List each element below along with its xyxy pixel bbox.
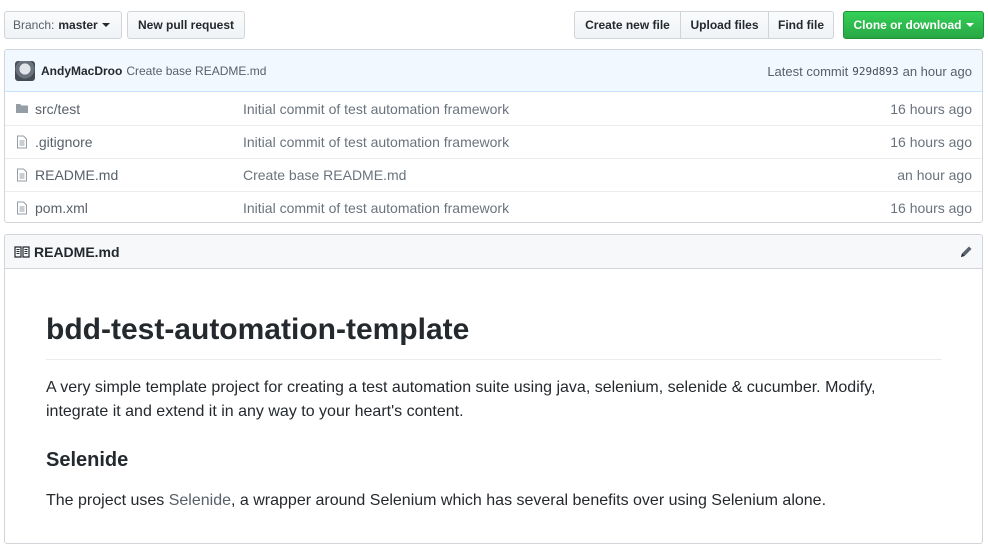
find-file-button[interactable]: Find file <box>768 11 834 39</box>
branch-name: master <box>58 18 98 32</box>
latest-commit-bar: AndyMacDroo Create base README.md Latest… <box>5 50 982 92</box>
latest-commit-info: Latest commit 929d893 an hour ago <box>767 50 972 92</box>
file-name-link[interactable]: README.md <box>35 167 118 183</box>
pencil-icon[interactable] <box>958 244 974 260</box>
readme-content: bdd-test-automation-template A very simp… <box>5 311 982 513</box>
clone-or-download-button[interactable]: Clone or download <box>843 11 984 39</box>
folder-icon <box>16 104 28 113</box>
clone-label: Clone or download <box>853 18 962 32</box>
readme-header: README.md <box>5 235 982 269</box>
commit-sha-link[interactable]: 929d893 <box>852 65 898 78</box>
branch-selector-button[interactable]: Branch: master <box>4 11 122 39</box>
file-name-link[interactable]: .gitignore <box>35 134 93 150</box>
readme-panel: README.md bdd-test-automation-template A… <box>4 234 983 544</box>
create-new-file-button[interactable]: Create new file <box>574 11 681 39</box>
latest-commit-label: Latest commit <box>767 63 849 79</box>
chevron-down-icon <box>101 23 110 27</box>
file-icon <box>17 135 27 149</box>
chevron-down-icon <box>965 23 974 27</box>
file-row: README.md Create base README.md an hour … <box>5 158 982 191</box>
new-pull-request-button[interactable]: New pull request <box>127 11 245 39</box>
commit-message-link[interactable]: Create base README.md <box>126 64 266 78</box>
readme-intro: A very simple template project for creat… <box>46 378 876 420</box>
file-icon <box>17 168 27 182</box>
readme-title: bdd-test-automation-template <box>46 311 942 360</box>
branch-prefix: Branch: <box>13 18 55 32</box>
file-actions-group: Create new file Upload files Find file <box>574 11 834 39</box>
section-text-before: The project uses <box>46 491 169 509</box>
file-age: 16 hours ago <box>890 134 972 150</box>
file-row: pom.xml Initial commit of test automatio… <box>5 191 982 222</box>
file-name-link[interactable]: src/test <box>35 101 80 117</box>
commit-author-link[interactable]: AndyMacDroo <box>41 64 122 78</box>
file-commit-link[interactable]: Create base README.md <box>243 167 406 183</box>
file-icon <box>17 201 27 215</box>
file-commit-link[interactable]: Initial commit of test automation framew… <box>243 200 509 216</box>
commit-age: an hour ago <box>902 63 972 79</box>
file-age: 16 hours ago <box>890 200 972 216</box>
file-commit-link[interactable]: Initial commit of test automation framew… <box>243 101 509 117</box>
book-icon <box>14 245 30 258</box>
file-age: 16 hours ago <box>890 100 972 117</box>
file-age: an hour ago <box>897 167 972 183</box>
file-row: src/test Initial commit of test automati… <box>5 92 982 125</box>
file-row: .gitignore Initial commit of test automa… <box>5 125 982 158</box>
file-name-link[interactable]: pom.xml <box>35 200 88 216</box>
upload-files-button[interactable]: Upload files <box>680 11 769 39</box>
readme-section-heading: Selenide <box>46 448 129 471</box>
file-listing: AndyMacDroo Create base README.md Latest… <box>4 49 983 223</box>
selenide-link[interactable]: Selenide <box>169 492 231 509</box>
file-commit-link[interactable]: Initial commit of test automation framew… <box>243 134 509 150</box>
avatar[interactable] <box>15 60 35 81</box>
section-text-after: , a wrapper around Selenium which has se… <box>231 491 827 509</box>
readme-filename: README.md <box>34 243 120 260</box>
readme-section-text: The project uses Selenide, a wrapper aro… <box>46 489 942 513</box>
